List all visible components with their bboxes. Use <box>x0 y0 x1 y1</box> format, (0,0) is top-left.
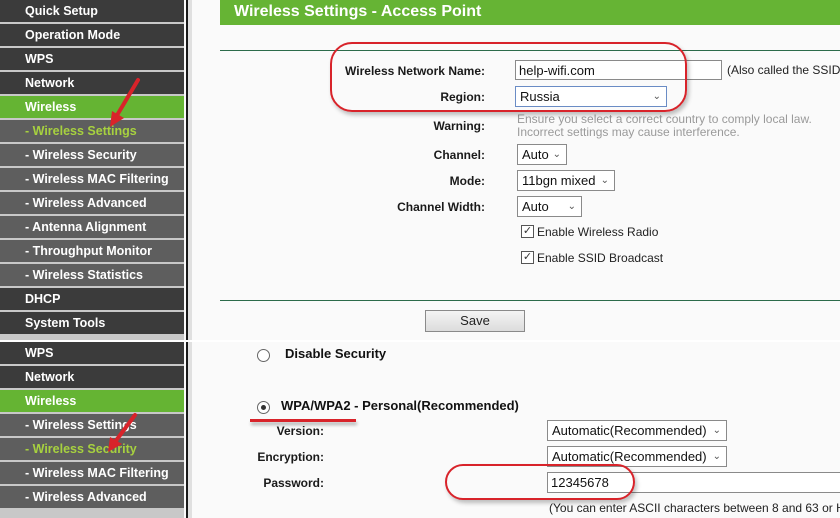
mode-label: Mode: <box>449 174 485 188</box>
sidebar-item-wireless-mac-filtering[interactable]: - Wireless MAC Filtering <box>0 168 184 190</box>
ssid-hint: (Also called the SSID) <box>727 63 840 77</box>
network-name-input[interactable] <box>515 60 722 80</box>
main-content: Disable Security WPA/WPA2 - Personal(Rec… <box>192 342 840 518</box>
sidebar-menu: WPS Network Wireless - Wireless Settings - W… <box>0 342 184 518</box>
enable-ssid-broadcast-label: Enable SSID Broadcast <box>537 251 664 265</box>
sidebar-item-wireless-security[interactable]: - Wireless Security <box>0 144 184 166</box>
warning-label: Warning: <box>433 119 485 133</box>
region-select[interactable]: Russia ⌄ <box>515 86 667 107</box>
sidebar-item-throughput-monitor[interactable]: - Throughput Monitor <box>0 240 184 262</box>
check-icon: ✓ <box>522 225 533 237</box>
save-button[interactable]: Save <box>425 310 525 332</box>
disable-security-label: Disable Security <box>285 346 387 361</box>
channel-width-value: Auto <box>522 199 549 214</box>
chevron-down-icon: ⌄ <box>552 149 561 160</box>
chevron-down-icon: ⌄ <box>567 201 576 212</box>
version-label: Version: <box>276 424 324 438</box>
chevron-down-icon: ⌄ <box>600 175 609 186</box>
mode-select[interactable]: 11bgn mixed ⌄ <box>517 170 615 191</box>
main-content: Wireless Settings - Access Point Wireles… <box>192 0 840 340</box>
sidebar-item-dhcp[interactable]: DHCP <box>0 288 184 310</box>
sidebar-item-network[interactable]: Network <box>0 366 184 388</box>
wpa-personal-label: WPA/WPA2 - Personal(Recommended) <box>281 398 519 413</box>
sidebar-item-wireless[interactable]: Wireless <box>0 96 184 118</box>
sidebar-item-wireless-settings[interactable]: - Wireless Settings <box>0 120 184 142</box>
chevron-down-icon: ⌄ <box>652 91 661 102</box>
sidebar-menu: Quick Setup Operation Mode WPS Network Wirel… <box>0 0 184 340</box>
encryption-label: Encryption: <box>257 450 324 464</box>
channel-width-label: Channel Width: <box>397 200 485 214</box>
sidebar-item-wireless-statistics[interactable]: - Wireless Statistics <box>0 264 184 286</box>
version-value: Automatic(Recommended) <box>552 423 707 438</box>
channel-width-select[interactable]: Auto ⌄ <box>517 196 582 217</box>
wpa-personal-radio[interactable] <box>257 401 270 414</box>
page-title: Wireless Settings - Access Point <box>220 0 840 25</box>
sidebar-item-wireless-settings[interactable]: - Wireless Settings <box>0 414 184 436</box>
chevron-down-icon: ⌄ <box>712 425 721 436</box>
region-label: Region: <box>440 90 485 104</box>
channel-value: Auto <box>522 147 549 162</box>
sidebar-item-wps[interactable]: WPS <box>0 342 184 364</box>
region-value: Russia <box>520 89 560 104</box>
sidebar-item-wireless-mac-filtering[interactable]: - Wireless MAC Filtering <box>0 462 184 484</box>
chevron-down-icon: ⌄ <box>712 451 721 462</box>
wireless-settings-panel: Quick Setup Operation Mode WPS Network Wirel… <box>0 0 840 340</box>
sidebar-item-wps[interactable]: WPS <box>0 48 184 70</box>
sidebar-item-wireless[interactable]: Wireless <box>0 390 184 412</box>
encryption-value: Automatic(Recommended) <box>552 449 707 464</box>
check-icon: ✓ <box>522 251 533 263</box>
divider-top <box>220 50 840 51</box>
annotation-underline-wpa <box>250 419 356 422</box>
sidebar-item-quick-setup[interactable]: Quick Setup <box>0 0 184 22</box>
enable-wireless-radio-checkbox[interactable]: ✓ <box>521 225 534 238</box>
enable-wireless-radio-label: Enable Wireless Radio <box>537 225 659 239</box>
sidebar-item-network[interactable]: Network <box>0 72 184 94</box>
encryption-select[interactable]: Automatic(Recommended) ⌄ <box>547 446 727 467</box>
version-select[interactable]: Automatic(Recommended) ⌄ <box>547 420 727 441</box>
sidebar-item-operation-mode[interactable]: Operation Mode <box>0 24 184 46</box>
sidebar-item-wireless-advanced[interactable]: - Wireless Advanced <box>0 192 184 214</box>
password-input[interactable] <box>547 472 840 493</box>
mode-value: 11bgn mixed <box>522 173 596 188</box>
disable-security-radio[interactable] <box>257 349 270 362</box>
sidebar-item-antenna-alignment[interactable]: - Antenna Alignment <box>0 216 184 238</box>
sidebar-item-system-tools[interactable]: System Tools <box>0 312 184 334</box>
enable-ssid-broadcast-checkbox[interactable]: ✓ <box>521 251 534 264</box>
sidebar-item-wireless-advanced[interactable]: - Wireless Advanced <box>0 486 184 508</box>
divider-bottom <box>220 300 840 301</box>
wireless-security-panel: WPS Network Wireless - Wireless Settings - W… <box>0 342 840 518</box>
password-hint: (You can enter ASCII characters between … <box>549 501 840 515</box>
password-label: Password: <box>263 476 324 490</box>
channel-select[interactable]: Auto ⌄ <box>517 144 567 165</box>
warning-line-2: Incorrect settings may cause interferenc… <box>517 125 740 139</box>
sidebar-item-wireless-security[interactable]: - Wireless Security <box>0 438 184 460</box>
network-name-label: Wireless Network Name: <box>345 64 485 78</box>
channel-label: Channel: <box>433 148 485 162</box>
